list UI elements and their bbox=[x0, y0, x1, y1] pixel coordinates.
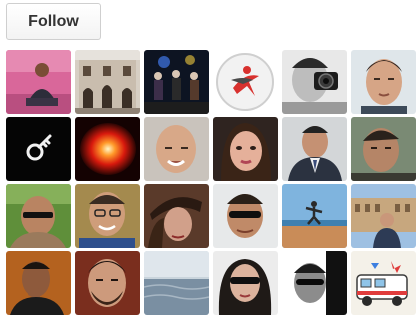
follower-avatar-man-with-sunglasses-outdoor[interactable] bbox=[6, 184, 71, 248]
follower-avatar-man-with-sunglasses[interactable] bbox=[213, 184, 278, 248]
follower-avatar-grid bbox=[6, 50, 416, 315]
building-facade-image bbox=[75, 50, 140, 114]
follower-avatar-runner-logo[interactable] bbox=[213, 50, 278, 114]
person-on-beach-image bbox=[282, 184, 347, 248]
follower-avatar-key-icon[interactable] bbox=[6, 117, 71, 181]
man-bearded-image bbox=[75, 251, 140, 315]
man-hand-on-chin-image bbox=[6, 251, 71, 315]
sea-landscape-image bbox=[144, 251, 209, 315]
runner-logo-image bbox=[213, 50, 278, 114]
man-in-suit-image bbox=[282, 117, 347, 181]
band-on-stage-image bbox=[144, 50, 209, 114]
follower-avatar-photographer-with-camera[interactable] bbox=[282, 50, 347, 114]
follower-avatar-man-in-suit[interactable] bbox=[282, 117, 347, 181]
follower-avatar-man-bearded[interactable] bbox=[75, 251, 140, 315]
follower-avatar-man-portrait-dark[interactable] bbox=[351, 117, 416, 181]
follower-avatar-building-facade[interactable] bbox=[75, 50, 140, 114]
man-smiling-image bbox=[75, 184, 140, 248]
follower-avatar-man-smiling[interactable] bbox=[75, 184, 140, 248]
followers-widget: Follow bbox=[0, 0, 417, 323]
follower-avatar-person-on-beach[interactable] bbox=[282, 184, 347, 248]
follower-avatar-red-explosion[interactable] bbox=[75, 117, 140, 181]
follow-button[interactable]: Follow bbox=[6, 3, 101, 40]
woman-portrait-image bbox=[213, 117, 278, 181]
follower-avatar-man-hand-on-chin[interactable] bbox=[6, 251, 71, 315]
man-with-sunglasses-outdoor-image bbox=[6, 184, 71, 248]
follower-avatar-bald-man-smiling[interactable] bbox=[144, 117, 209, 181]
man-portrait-image bbox=[351, 50, 416, 114]
follower-avatar-woman-with-sunglasses[interactable] bbox=[213, 251, 278, 315]
cartoon-camper-van-image bbox=[351, 251, 416, 315]
follower-avatar-man-at-colosseum[interactable] bbox=[351, 184, 416, 248]
man-with-sunglasses-image bbox=[213, 184, 278, 248]
follower-avatar-band-on-stage[interactable] bbox=[144, 50, 209, 114]
follower-avatar-woman-with-hat[interactable] bbox=[144, 184, 209, 248]
follower-avatar-man-portrait[interactable] bbox=[351, 50, 416, 114]
follower-avatar-woman-portrait[interactable] bbox=[213, 117, 278, 181]
follower-avatar-sea-landscape[interactable] bbox=[144, 251, 209, 315]
follower-avatar-man-with-sunglasses-bw[interactable] bbox=[282, 251, 347, 315]
woman-with-sunglasses-image bbox=[213, 251, 278, 315]
follower-avatar-person-pink-wall[interactable] bbox=[6, 50, 71, 114]
photographer-with-camera-image bbox=[282, 50, 347, 114]
red-explosion-image bbox=[75, 117, 140, 181]
man-at-colosseum-image bbox=[351, 184, 416, 248]
key-icon bbox=[6, 117, 71, 181]
man-with-sunglasses-bw-image bbox=[282, 251, 347, 315]
man-portrait-dark-image bbox=[351, 117, 416, 181]
person-pink-wall-image bbox=[6, 50, 71, 114]
follower-avatar-cartoon-camper-van[interactable] bbox=[351, 251, 416, 315]
woman-with-hat-image bbox=[144, 184, 209, 248]
bald-man-smiling-image bbox=[144, 117, 209, 181]
